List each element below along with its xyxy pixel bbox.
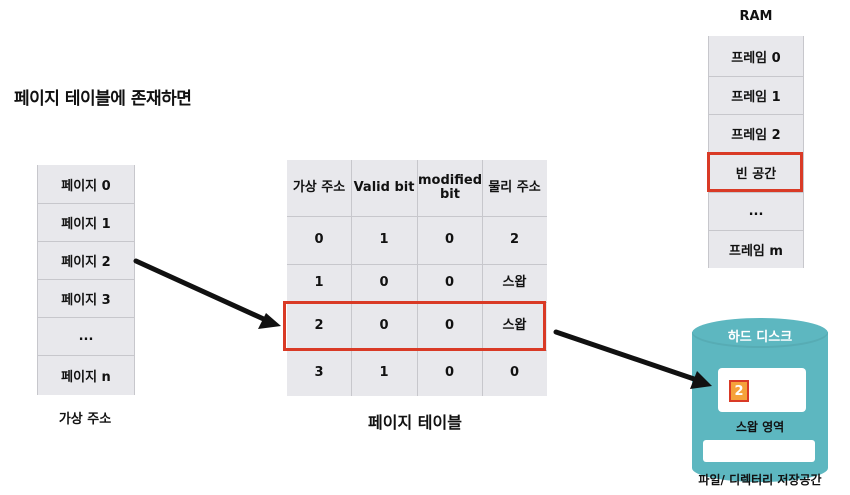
arrow-to-page-table <box>133 258 271 324</box>
arrow-to-swap-area <box>553 329 700 383</box>
arrows-layer <box>133 258 712 389</box>
